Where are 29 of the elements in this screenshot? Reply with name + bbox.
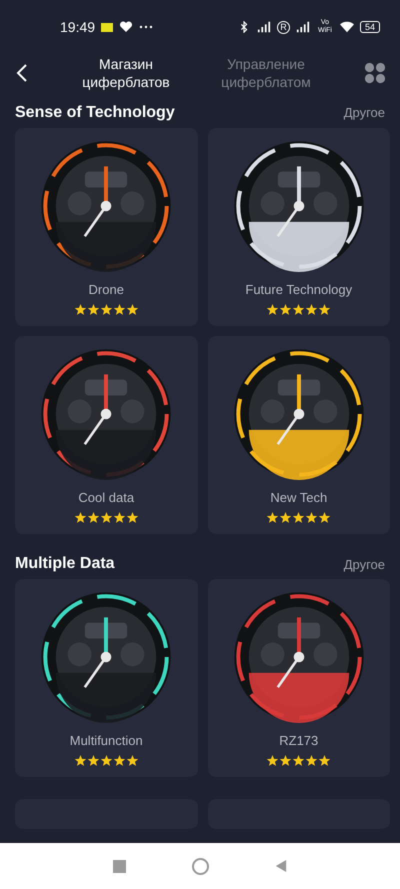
- signal-icon: [256, 21, 271, 33]
- status-time: 19:49: [60, 19, 96, 35]
- more-link[interactable]: Другое: [344, 556, 385, 572]
- watch-face-name: Multifunction: [70, 733, 143, 748]
- tab[interactable]: Магазин циферблатов: [71, 55, 181, 91]
- watch-face-name: Cool data: [78, 490, 134, 504]
- watch-face-card[interactable]: RZ173: [208, 579, 390, 777]
- tab[interactable]: Управление циферблатом: [211, 55, 321, 91]
- home-button[interactable]: [192, 858, 209, 874]
- watch-face-card[interactable]: Future Technology: [208, 128, 390, 326]
- watch-face-card[interactable]: Drone: [15, 128, 198, 326]
- watch-face-card[interactable]: Multifunction: [15, 579, 198, 777]
- grid-icon[interactable]: [364, 62, 386, 84]
- roaming-indicator: R: [276, 20, 290, 34]
- watch-face-name: Future Technology: [245, 282, 352, 296]
- back-button[interactable]: [16, 63, 28, 83]
- signal-icon: [296, 21, 310, 33]
- wifi-icon: [340, 21, 354, 33]
- heart-icon: [119, 21, 134, 33]
- battery-indicator: 54: [360, 21, 380, 33]
- recents-button[interactable]: [113, 860, 126, 872]
- watch-face-card[interactable]: Cool data: [15, 336, 198, 534]
- watch-face-name: New Tech: [270, 490, 328, 504]
- more-link[interactable]: Другое: [344, 105, 385, 120]
- watch-face-card[interactable]: New Tech: [208, 336, 390, 534]
- watch-face-name: Drone: [88, 282, 124, 296]
- section-title: Sense of Technology: [15, 104, 175, 122]
- watch-face-name: RZ173: [279, 733, 318, 748]
- section-title: Multiple Data: [15, 555, 115, 574]
